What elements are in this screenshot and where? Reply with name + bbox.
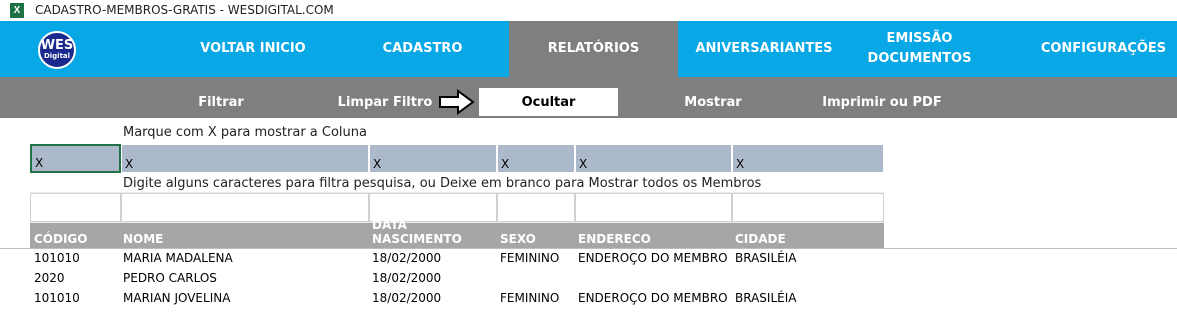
limpar-filtro-button[interactable]: Limpar Filtro (336, 88, 434, 116)
nav-relatorios[interactable]: RELATÓRIOS (509, 21, 678, 77)
filter-input-nome[interactable] (121, 193, 369, 222)
filter-instruction: Digite alguns caracteres para filtra pes… (123, 176, 762, 191)
column-header-nome: NOME (119, 223, 369, 248)
filtrar-button[interactable]: Filtrar (172, 88, 270, 116)
cell-codigo: 101010 (34, 291, 80, 305)
logo-subtext: Digital (43, 52, 71, 60)
filter-input-codigo[interactable] (30, 193, 121, 222)
column-toggle-cidade[interactable]: X (732, 144, 884, 173)
nav-cadastro[interactable]: CADASTRO (340, 21, 505, 77)
cell-data: 18/02/2000 (372, 271, 442, 285)
cell-codigo: 101010 (34, 251, 80, 265)
window-title: CADASTRO-MEMBROS-GRATIS - WESDIGITAL.COM (35, 3, 334, 17)
excel-icon: X (10, 3, 24, 18)
column-toggle-sexo[interactable]: X (497, 144, 575, 173)
column-header-data: DATA NASCIMENTO (368, 218, 497, 248)
column-header-cidade: CIDADE (731, 223, 884, 248)
top-navigation: WES Digital VOLTAR INICIO CADASTRO RELAT… (0, 21, 1177, 77)
wes-digital-logo: WES Digital (38, 31, 76, 69)
cell-data: 18/02/2000 (372, 251, 442, 265)
cell-cidade: BRASILÉIA (735, 251, 797, 265)
mostrar-button[interactable]: Mostrar (664, 88, 762, 116)
nav-configuracoes[interactable]: CONFIGURAÇÕES (1030, 21, 1177, 77)
cell-cidade: BRASILÉIA (735, 291, 797, 305)
filter-input-cidade[interactable] (732, 193, 884, 222)
nav-voltar-inicio[interactable]: VOLTAR INICIO (178, 21, 328, 77)
nav-emissao-documentos[interactable]: EMISSÃO DOCUMENTOS (862, 21, 977, 77)
cell-endereco: ENDEROÇO DO MEMBRO (578, 251, 728, 265)
nav-aniversariantes[interactable]: ANIVERSARIANTES (690, 21, 838, 77)
column-toggle-data[interactable]: X (369, 144, 497, 173)
column-header-endereco: ENDERECO (574, 223, 732, 248)
cell-nome: MARIAN JOVELINA (123, 291, 231, 305)
imprimir-pdf-button[interactable]: Imprimir ou PDF (808, 88, 956, 116)
cell-endereco: ENDEROÇO DO MEMBRO (578, 291, 728, 305)
cell-data: 18/02/2000 (372, 291, 442, 305)
filter-input-sexo[interactable] (497, 193, 575, 222)
cell-nome: MARIA MADALENA (123, 251, 233, 265)
cell-sexo: FEMININO (500, 251, 560, 265)
divider (0, 248, 1177, 249)
column-header-sexo: SEXO (496, 223, 575, 248)
arrow-right-icon (439, 89, 475, 115)
report-toolbar: Filtrar Limpar Filtro Ocultar Mostrar Im… (0, 77, 1177, 118)
column-toggle-nome[interactable]: X (121, 144, 369, 173)
cell-sexo: FEMININO (500, 291, 560, 305)
cell-sexo (496, 271, 500, 291)
logo-text: WES (40, 38, 74, 53)
cell-endereco (574, 271, 578, 291)
cell-codigo: 2020 (34, 271, 65, 285)
column-toggle-codigo[interactable]: X (30, 144, 121, 173)
title-bar: X CADASTRO-MEMBROS-GRATIS - WESDIGITAL.C… (0, 0, 1177, 21)
ocultar-button[interactable]: Ocultar (479, 88, 618, 116)
filter-input-endereco[interactable] (575, 193, 732, 222)
column-header-codigo: CÓDIGO (30, 223, 121, 248)
column-toggle-endereco[interactable]: X (575, 144, 732, 173)
cell-cidade (731, 271, 735, 291)
cell-nome: PEDRO CARLOS (123, 271, 217, 285)
show-columns-instruction: Marque com X para mostrar a Coluna (123, 125, 367, 140)
